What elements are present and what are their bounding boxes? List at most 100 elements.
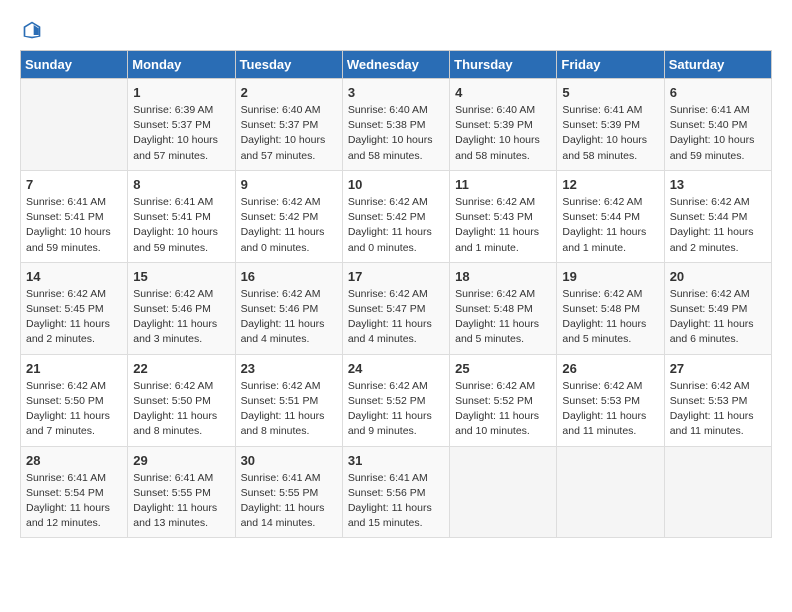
- calendar-cell: 30Sunrise: 6:41 AMSunset: 5:55 PMDayligh…: [235, 446, 342, 538]
- day-info: Sunrise: 6:42 AMSunset: 5:42 PMDaylight:…: [348, 195, 444, 256]
- calendar-cell: 3 Sunrise: 6:40 AMSunset: 5:38 PMDaylight…: [342, 79, 449, 171]
- calendar-cell: 6 Sunrise: 6:41 AMSunset: 5:40 PMDaylight…: [664, 79, 771, 171]
- day-info: Sunrise: 6:42 AMSunset: 5:50 PMDaylight:…: [26, 379, 122, 440]
- day-info: Sunrise: 6:41 AMSunset: 5:55 PMDaylight:…: [241, 471, 337, 532]
- day-number: 26: [562, 361, 658, 376]
- calendar-cell: 1 Sunrise: 6:39 AMSunset: 5:37 PMDaylight…: [128, 79, 235, 171]
- calendar-cell: 27 Sunrise: 6:42 AMSunset: 5:53 PMDayligh…: [664, 354, 771, 446]
- day-header-wednesday: Wednesday: [342, 51, 449, 79]
- day-info: Sunrise: 6:42 AMSunset: 5:45 PMDaylight:…: [26, 287, 122, 348]
- day-header-sunday: Sunday: [21, 51, 128, 79]
- calendar-cell: 19 Sunrise: 6:42 AMSunset: 5:48 PMDayligh…: [557, 262, 664, 354]
- logo: [20, 20, 42, 40]
- day-number: 11: [455, 177, 551, 192]
- day-number: 4: [455, 85, 551, 100]
- day-number: 19: [562, 269, 658, 284]
- day-header-monday: Monday: [128, 51, 235, 79]
- day-number: 18: [455, 269, 551, 284]
- day-number: 8: [133, 177, 229, 192]
- day-info: Sunrise: 6:41 AMSunset: 5:54 PMDaylight:…: [26, 471, 122, 532]
- calendar-cell: [21, 79, 128, 171]
- calendar-cell: 20 Sunrise: 6:42 AMSunset: 5:49 PMDayligh…: [664, 262, 771, 354]
- day-info: Sunrise: 6:40 AMSunset: 5:38 PMDaylight:…: [348, 103, 444, 164]
- day-info: Sunrise: 6:42 AMSunset: 5:50 PMDaylight:…: [133, 379, 229, 440]
- day-number: 3: [348, 85, 444, 100]
- day-info: Sunrise: 6:42 AMSunset: 5:44 PMDaylight:…: [562, 195, 658, 256]
- calendar-cell: [557, 446, 664, 538]
- week-row-5: 28 Sunrise: 6:41 AMSunset: 5:54 PMDayligh…: [21, 446, 772, 538]
- day-info: Sunrise: 6:42 AMSunset: 5:52 PMDaylight:…: [348, 379, 444, 440]
- calendar-cell: 14 Sunrise: 6:42 AMSunset: 5:45 PMDayligh…: [21, 262, 128, 354]
- logo-icon: [22, 20, 42, 40]
- calendar-cell: 15 Sunrise: 6:42 AMSunset: 5:46 PMDayligh…: [128, 262, 235, 354]
- calendar-cell: 9Sunrise: 6:42 AMSunset: 5:42 PMDaylight…: [235, 170, 342, 262]
- week-row-3: 14 Sunrise: 6:42 AMSunset: 5:45 PMDayligh…: [21, 262, 772, 354]
- day-info: Sunrise: 6:41 AMSunset: 5:55 PMDaylight:…: [133, 471, 229, 532]
- day-number: 25: [455, 361, 551, 376]
- day-number: 14: [26, 269, 122, 284]
- day-number: 6: [670, 85, 766, 100]
- calendar-cell: 26 Sunrise: 6:42 AMSunset: 5:53 PMDayligh…: [557, 354, 664, 446]
- calendar-cell: 29 Sunrise: 6:41 AMSunset: 5:55 PMDayligh…: [128, 446, 235, 538]
- day-info: Sunrise: 6:40 AMSunset: 5:39 PMDaylight:…: [455, 103, 551, 164]
- day-header-saturday: Saturday: [664, 51, 771, 79]
- day-number: 7: [26, 177, 122, 192]
- week-row-1: 1 Sunrise: 6:39 AMSunset: 5:37 PMDaylight…: [21, 79, 772, 171]
- day-info: Sunrise: 6:41 AMSunset: 5:41 PMDaylight:…: [133, 195, 229, 256]
- calendar-cell: 21 Sunrise: 6:42 AMSunset: 5:50 PMDayligh…: [21, 354, 128, 446]
- day-info: Sunrise: 6:42 AMSunset: 5:43 PMDaylight:…: [455, 195, 551, 256]
- day-info: Sunrise: 6:42 AMSunset: 5:53 PMDaylight:…: [670, 379, 766, 440]
- day-info: Sunrise: 6:42 AMSunset: 5:46 PMDaylight:…: [241, 287, 337, 348]
- day-number: 16: [241, 269, 337, 284]
- calendar-cell: [664, 446, 771, 538]
- day-number: 10: [348, 177, 444, 192]
- day-number: 21: [26, 361, 122, 376]
- day-number: 29: [133, 453, 229, 468]
- day-info: Sunrise: 6:39 AMSunset: 5:37 PMDaylight:…: [133, 103, 229, 164]
- calendar-cell: 11 Sunrise: 6:42 AMSunset: 5:43 PMDayligh…: [450, 170, 557, 262]
- day-header-thursday: Thursday: [450, 51, 557, 79]
- calendar-cell: [450, 446, 557, 538]
- page-header: [20, 20, 772, 40]
- day-info: Sunrise: 6:42 AMSunset: 5:51 PMDaylight:…: [241, 379, 337, 440]
- calendar-cell: 17 Sunrise: 6:42 AMSunset: 5:47 PMDayligh…: [342, 262, 449, 354]
- day-number: 28: [26, 453, 122, 468]
- day-info: Sunrise: 6:42 AMSunset: 5:47 PMDaylight:…: [348, 287, 444, 348]
- day-number: 24: [348, 361, 444, 376]
- day-info: Sunrise: 6:42 AMSunset: 5:48 PMDaylight:…: [562, 287, 658, 348]
- day-info: Sunrise: 6:41 AMSunset: 5:40 PMDaylight:…: [670, 103, 766, 164]
- calendar-cell: 7Sunrise: 6:41 AMSunset: 5:41 PMDaylight…: [21, 170, 128, 262]
- calendar-cell: 13 Sunrise: 6:42 AMSunset: 5:44 PMDayligh…: [664, 170, 771, 262]
- day-info: Sunrise: 6:42 AMSunset: 5:44 PMDaylight:…: [670, 195, 766, 256]
- day-header-friday: Friday: [557, 51, 664, 79]
- day-info: Sunrise: 6:41 AMSunset: 5:56 PMDaylight:…: [348, 471, 444, 532]
- day-number: 13: [670, 177, 766, 192]
- calendar-cell: 5Sunrise: 6:41 AMSunset: 5:39 PMDaylight…: [557, 79, 664, 171]
- day-header-tuesday: Tuesday: [235, 51, 342, 79]
- calendar-cell: 25 Sunrise: 6:42 AMSunset: 5:52 PMDayligh…: [450, 354, 557, 446]
- day-number: 15: [133, 269, 229, 284]
- day-number: 23: [241, 361, 337, 376]
- day-info: Sunrise: 6:42 AMSunset: 5:53 PMDaylight:…: [562, 379, 658, 440]
- calendar-cell: 18 Sunrise: 6:42 AMSunset: 5:48 PMDayligh…: [450, 262, 557, 354]
- day-number: 22: [133, 361, 229, 376]
- calendar-cell: 16 Sunrise: 6:42 AMSunset: 5:46 PMDayligh…: [235, 262, 342, 354]
- calendar-cell: 23 Sunrise: 6:42 AMSunset: 5:51 PMDayligh…: [235, 354, 342, 446]
- day-number: 1: [133, 85, 229, 100]
- calendar-cell: 22 Sunrise: 6:42 AMSunset: 5:50 PMDayligh…: [128, 354, 235, 446]
- calendar-cell: 10 Sunrise: 6:42 AMSunset: 5:42 PMDayligh…: [342, 170, 449, 262]
- day-info: Sunrise: 6:42 AMSunset: 5:49 PMDaylight:…: [670, 287, 766, 348]
- day-number: 27: [670, 361, 766, 376]
- day-number: 20: [670, 269, 766, 284]
- day-info: Sunrise: 6:40 AMSunset: 5:37 PMDaylight:…: [241, 103, 337, 164]
- day-info: Sunrise: 6:42 AMSunset: 5:42 PMDaylight:…: [241, 195, 337, 256]
- day-info: Sunrise: 6:42 AMSunset: 5:48 PMDaylight:…: [455, 287, 551, 348]
- week-row-2: 7 Sunrise: 6:41 AMSunset: 5:41 PMDaylight…: [21, 170, 772, 262]
- day-info: Sunrise: 6:42 AMSunset: 5:52 PMDaylight:…: [455, 379, 551, 440]
- calendar-cell: 2 Sunrise: 6:40 AMSunset: 5:37 PMDaylight…: [235, 79, 342, 171]
- day-info: Sunrise: 6:42 AMSunset: 5:46 PMDaylight:…: [133, 287, 229, 348]
- day-number: 17: [348, 269, 444, 284]
- day-number: 2: [241, 85, 337, 100]
- calendar-header-row: SundayMondayTuesdayWednesdayThursdayFrid…: [21, 51, 772, 79]
- calendar-cell: 28 Sunrise: 6:41 AMSunset: 5:54 PMDayligh…: [21, 446, 128, 538]
